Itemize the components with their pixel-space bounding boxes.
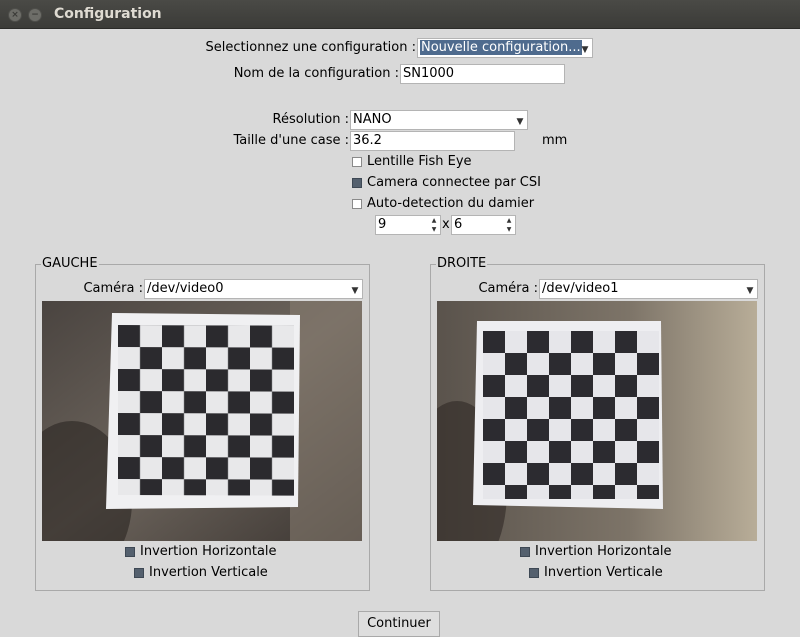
- left-camera-preview: [42, 301, 362, 541]
- close-icon[interactable]: ×: [8, 8, 22, 22]
- left-camera-value: /dev/video0: [147, 281, 224, 296]
- resolution-value: NANO: [353, 112, 392, 127]
- grid-cols-value: 9: [378, 217, 387, 232]
- left-camera-image: [42, 301, 362, 541]
- minimize-icon[interactable]: −: [28, 8, 42, 22]
- csi-label: Camera connectee par CSI: [367, 175, 541, 190]
- grid-rows-value: 6: [454, 217, 463, 232]
- config-name-input[interactable]: SN1000: [400, 64, 565, 84]
- grid-separator: x: [442, 217, 450, 232]
- chevron-down-icon: ▼: [581, 45, 589, 55]
- config-select[interactable]: Nouvelle configuration... ▼: [417, 38, 593, 58]
- right-flip-v-checkbox[interactable]: [529, 568, 539, 578]
- left-group-title: GAUCHE: [41, 256, 99, 271]
- right-flip-h-checkbox[interactable]: [520, 547, 530, 557]
- fisheye-checkbox[interactable]: [352, 157, 362, 167]
- chevron-down-icon: ▼: [351, 286, 359, 296]
- autodetect-checkbox[interactable]: [352, 199, 362, 209]
- left-flip-v-checkbox[interactable]: [134, 568, 144, 578]
- right-camera-select[interactable]: /dev/video1 ▼: [539, 279, 758, 299]
- csi-checkbox[interactable]: [352, 178, 362, 188]
- config-name-label: Nom de la configuration :: [233, 66, 399, 81]
- fisheye-label: Lentille Fish Eye: [367, 154, 472, 169]
- left-camera-select[interactable]: /dev/video0 ▼: [144, 279, 363, 299]
- square-size-label: Taille d'une case :: [233, 133, 349, 148]
- left-flip-h-checkbox[interactable]: [125, 547, 135, 557]
- chevron-down-icon: ▼: [516, 117, 524, 127]
- right-group-title: DROITE: [436, 256, 488, 271]
- grid-cols-spinner[interactable]: 9 ▲ ▼: [375, 215, 441, 235]
- right-camera-image: [437, 301, 757, 541]
- continue-button[interactable]: Continuer: [358, 611, 440, 637]
- resolution-label: Résolution :: [272, 112, 349, 127]
- spinner-arrows-icon[interactable]: ▲ ▼: [504, 216, 514, 234]
- spinner-arrows-icon[interactable]: ▲ ▼: [429, 216, 439, 234]
- resolution-select[interactable]: NANO ▼: [350, 110, 528, 130]
- config-select-value: Nouvelle configuration...: [420, 40, 582, 55]
- title-bar: × − Configuration: [0, 0, 800, 29]
- right-camera-label: Caméra :: [478, 281, 538, 296]
- left-flip-v-label: Invertion Verticale: [149, 565, 268, 580]
- left-flip-h-label: Invertion Horizontale: [140, 544, 277, 559]
- right-camera-value: /dev/video1: [542, 281, 619, 296]
- grid-rows-spinner[interactable]: 6 ▲ ▼: [451, 215, 516, 235]
- right-flip-h-label: Invertion Horizontale: [535, 544, 672, 559]
- square-size-unit: mm: [542, 133, 568, 148]
- right-flip-v-label: Invertion Verticale: [544, 565, 663, 580]
- left-camera-label: Caméra :: [83, 281, 143, 296]
- window-title: Configuration: [54, 6, 162, 22]
- chevron-down-icon: ▼: [746, 286, 754, 296]
- autodetect-label: Auto-detection du damier: [367, 196, 535, 211]
- right-camera-preview: [437, 301, 757, 541]
- square-size-input[interactable]: 36.2: [350, 131, 515, 151]
- config-select-label: Selectionnez une configuration :: [205, 40, 416, 55]
